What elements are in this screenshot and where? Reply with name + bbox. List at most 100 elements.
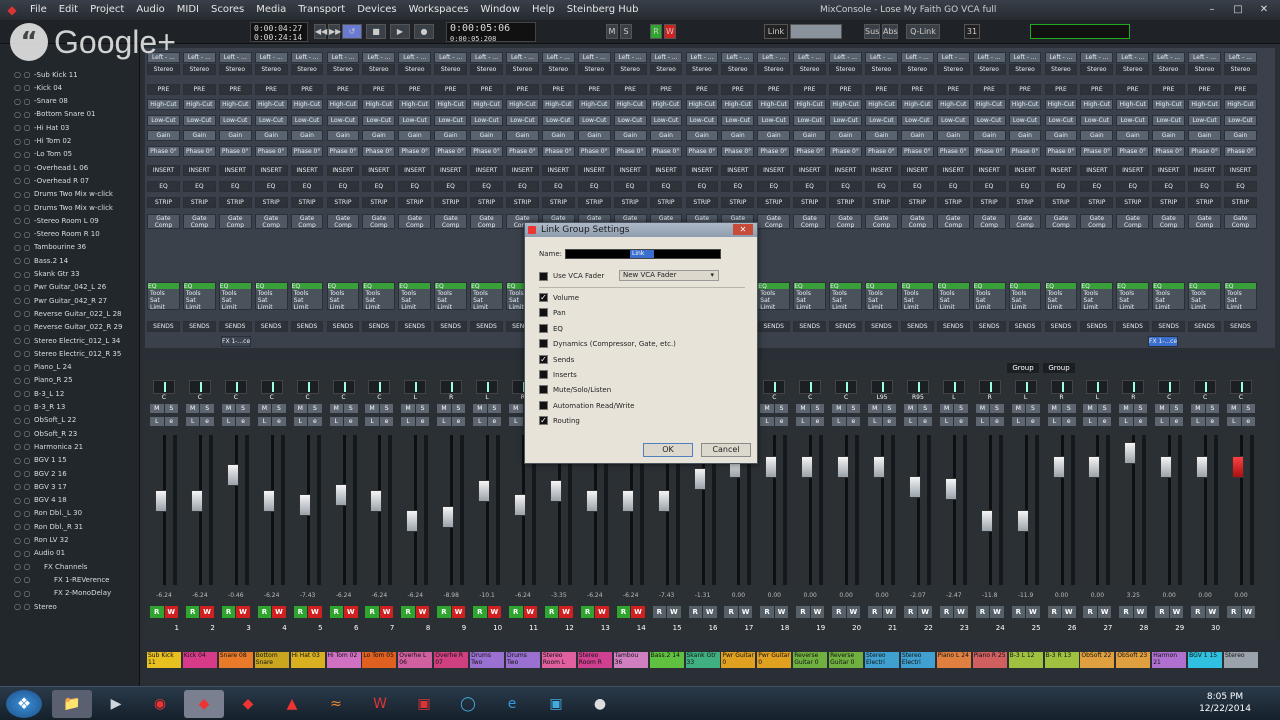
read-button[interactable]: R xyxy=(688,606,702,618)
strip-module-slot[interactable]: GateComp xyxy=(470,214,503,229)
mute-button[interactable]: M xyxy=(473,404,487,413)
pre-rack-header[interactable]: PRE xyxy=(1080,84,1114,95)
pre-rack-header[interactable]: PRE xyxy=(1008,84,1042,95)
input-routing-slot[interactable]: Left - ... xyxy=(290,52,324,63)
strip-tools-slot[interactable]: EQToolsSatLimit xyxy=(936,282,970,310)
pan-knob[interactable] xyxy=(224,380,247,394)
low-cut-slot[interactable]: Low-Cut xyxy=(757,115,791,126)
track-list-item[interactable]: ○ ○ -Hi Hat 03 xyxy=(0,121,140,134)
pan-knob[interactable] xyxy=(440,380,463,394)
strip-tools-slot[interactable]: EQToolsSatLimit xyxy=(147,282,180,310)
visibility-toggle-icon[interactable]: ○ ○ xyxy=(0,270,34,279)
track-list-item[interactable]: ○ ○ ObSoft_R 23 xyxy=(0,427,140,440)
track-list-item[interactable]: ○ ○ -Snare 08 xyxy=(0,95,140,108)
link-option-checkbox[interactable] xyxy=(539,370,548,379)
input-routing-slot[interactable]: Left - ... xyxy=(1152,52,1186,63)
media-icon[interactable]: ▶ xyxy=(96,690,136,718)
insert-rack-header[interactable]: INSERT xyxy=(613,165,647,176)
track-list-item[interactable]: ○ ○ -Stereo Room L 09 xyxy=(0,214,140,227)
gain-slot[interactable]: Gain xyxy=(254,130,288,141)
listen-button[interactable]: L xyxy=(221,417,236,426)
phase-slot[interactable]: Phase 0° xyxy=(900,146,934,157)
visibility-toggle-icon[interactable]: ○ ○ xyxy=(0,150,34,159)
phase-slot[interactable]: Phase 0° xyxy=(685,146,719,157)
output-routing-slot[interactable]: Stereo xyxy=(1080,64,1114,75)
high-cut-slot[interactable]: High-Cut xyxy=(541,99,575,110)
track-list-item[interactable]: ○ ○ FX 1-REVerence xyxy=(0,573,140,586)
track-list-item[interactable]: ○ ○ Stereo xyxy=(0,600,140,613)
solo-button[interactable]: S xyxy=(882,404,896,413)
fader-handle[interactable] xyxy=(1088,456,1101,478)
edit-button[interactable]: e xyxy=(990,417,1004,426)
strip-module-slot[interactable]: GateComp xyxy=(182,214,216,229)
eq-rack-header[interactable]: EQ xyxy=(362,181,396,192)
gain-slot[interactable]: Gain xyxy=(972,130,1006,141)
channel-name-label[interactable]: Tambou 36 xyxy=(613,652,648,668)
low-cut-slot[interactable]: Low-Cut xyxy=(182,115,216,126)
menu-item[interactable]: Window xyxy=(475,0,526,20)
output-routing-slot[interactable]: Stereo xyxy=(1152,64,1186,75)
edit-button[interactable]: e xyxy=(954,417,968,426)
input-routing-slot[interactable]: Left - ... xyxy=(398,52,432,63)
pre-rack-header[interactable]: PRE xyxy=(577,84,611,95)
channel-name-label[interactable]: BGV 1 15 xyxy=(1188,652,1223,668)
mute-button[interactable]: M xyxy=(760,404,774,413)
pre-rack-header[interactable]: PRE xyxy=(506,84,539,95)
track-list-item[interactable]: ○ ○ Pwr Guitar_042_R 27 xyxy=(0,294,140,307)
strip-tools-slot[interactable]: EQToolsSatLimit xyxy=(1188,282,1221,310)
pre-rack-header[interactable]: PRE xyxy=(1224,84,1257,95)
low-cut-slot[interactable]: Low-Cut xyxy=(1080,115,1114,126)
fader-handle[interactable] xyxy=(908,476,921,498)
insert-rack-header[interactable]: INSERT xyxy=(900,165,934,176)
high-cut-slot[interactable]: High-Cut xyxy=(147,99,180,110)
high-cut-slot[interactable]: High-Cut xyxy=(793,99,827,110)
strip-rack-header[interactable]: STRIP xyxy=(506,197,539,208)
eq-rack-header[interactable]: EQ xyxy=(972,181,1006,192)
edit-button[interactable]: e xyxy=(882,417,896,426)
insert-rack-header[interactable]: INSERT xyxy=(649,165,683,176)
listen-button[interactable]: L xyxy=(257,417,272,426)
output-routing-slot[interactable]: Stereo xyxy=(398,64,432,75)
high-cut-slot[interactable]: High-Cut xyxy=(577,99,611,110)
insert-rack-header[interactable]: INSERT xyxy=(506,165,539,176)
output-routing-slot[interactable]: Stereo xyxy=(649,64,683,75)
edit-button[interactable]: e xyxy=(1133,417,1148,426)
write-button[interactable]: W xyxy=(164,606,178,618)
strip-rack-header[interactable]: STRIP xyxy=(1044,197,1078,208)
fader-handle[interactable] xyxy=(1160,456,1173,478)
low-cut-slot[interactable]: Low-Cut xyxy=(470,115,503,126)
strip-module-slot[interactable]: GateComp xyxy=(1188,214,1221,229)
pan-knob[interactable] xyxy=(153,380,175,394)
low-cut-slot[interactable]: Low-Cut xyxy=(1116,115,1150,126)
gain-slot[interactable]: Gain xyxy=(182,130,216,141)
strip-tools-slot[interactable]: EQToolsSatLimit xyxy=(972,282,1006,310)
channel-name-label[interactable]: Reverse Guitar 0 xyxy=(829,652,864,668)
low-cut-slot[interactable]: Low-Cut xyxy=(685,115,719,126)
gain-slot[interactable]: Gain xyxy=(865,130,898,141)
close-icon[interactable]: ✕ xyxy=(1254,2,1274,17)
fader-handle[interactable] xyxy=(549,480,562,502)
gain-slot[interactable]: Gain xyxy=(470,130,503,141)
mute-button[interactable]: M xyxy=(509,404,523,413)
solo-button[interactable]: S xyxy=(1169,404,1184,413)
solo-button[interactable]: S xyxy=(810,404,825,413)
insert-rack-header[interactable]: INSERT xyxy=(541,165,575,176)
app-icon-4[interactable]: W xyxy=(360,690,400,718)
gain-slot[interactable]: Gain xyxy=(1188,130,1221,141)
gain-slot[interactable]: Gain xyxy=(721,130,755,141)
visibility-toggle-icon[interactable]: ○ ○ xyxy=(0,589,34,598)
listen-button[interactable]: L xyxy=(1083,417,1097,426)
eq-rack-header[interactable]: EQ xyxy=(1080,181,1114,192)
insert-rack-header[interactable]: INSERT xyxy=(829,165,862,176)
pre-rack-header[interactable]: PRE xyxy=(398,84,432,95)
read-button[interactable]: R xyxy=(903,606,918,618)
eq-rack-header[interactable]: EQ xyxy=(1152,181,1186,192)
output-routing-slot[interactable]: Stereo xyxy=(1224,64,1257,75)
sends-rack-header[interactable]: SENDS xyxy=(1116,321,1150,332)
solo-button[interactable]: S xyxy=(451,404,466,413)
pan-knob[interactable] xyxy=(332,380,355,394)
eq-rack-header[interactable]: EQ xyxy=(1188,181,1221,192)
pre-rack-header[interactable]: PRE xyxy=(900,84,934,95)
strip-rack-header[interactable]: STRIP xyxy=(685,197,719,208)
track-list-item[interactable]: ○ ○ Drums Two Mix w-click xyxy=(0,201,140,214)
